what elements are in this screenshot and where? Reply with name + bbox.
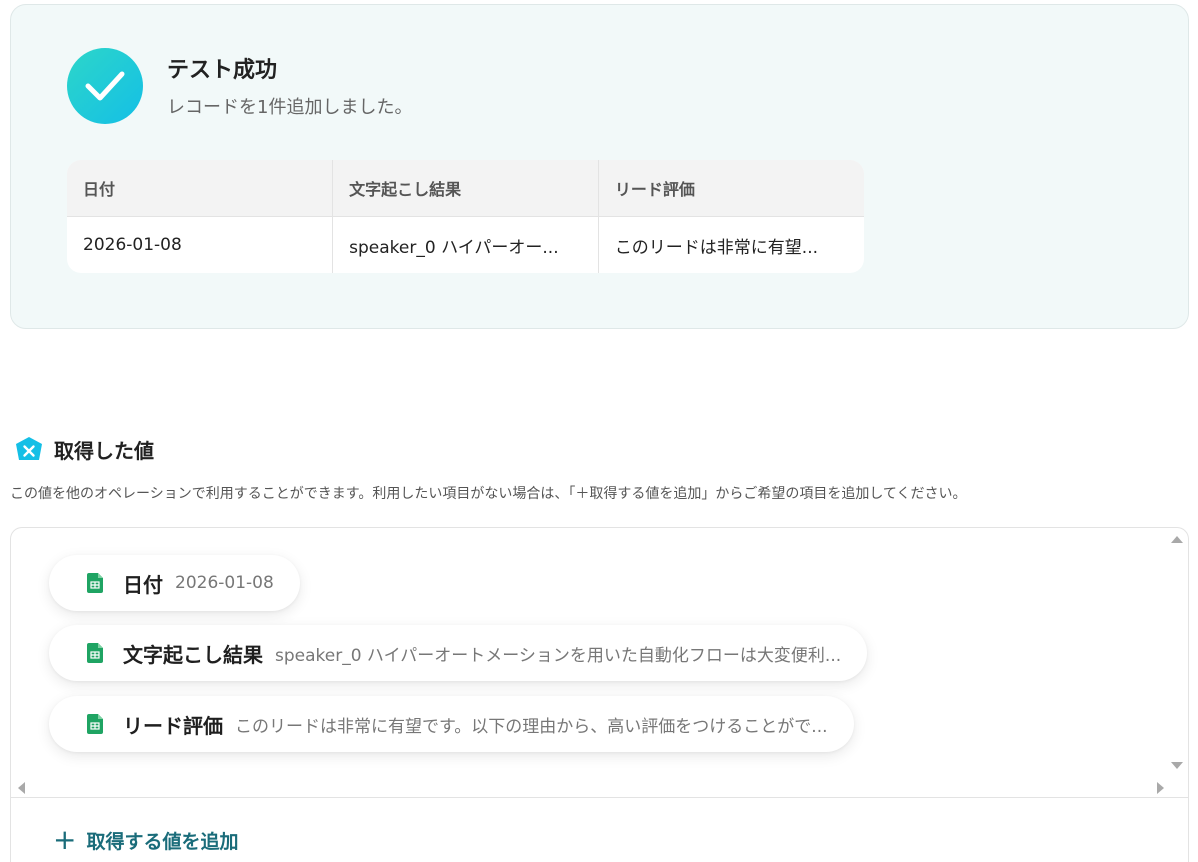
spreadsheet-icon (87, 573, 103, 593)
scroll-up-arrow-icon[interactable] (1171, 536, 1183, 543)
panel-divider (11, 797, 1188, 798)
spreadsheet-icon (87, 643, 103, 663)
scroll-down-arrow-icon[interactable] (1171, 762, 1183, 769)
test-success-card: テスト成功 レコードを1件追加しました。 日付 文字起こし結果 リード評価 20… (10, 4, 1189, 329)
section-title: 取得した値 (54, 439, 154, 463)
column-header-transcription: 文字起こし結果 (332, 160, 599, 217)
value-text: このリードは非常に有望です。以下の理由から、高い評価をつけることがで... (235, 716, 828, 737)
value-text: 2026-01-08 (175, 573, 274, 593)
table-cell-lead-rating: このリードは非常に有望... (614, 237, 819, 258)
value-label: リード評価 (123, 713, 223, 738)
add-value-button-label: 取得する値を追加 (86, 830, 239, 853)
value-chip-lead-rating[interactable]: リード評価 このリードは非常に有望です。以下の理由から、高い評価をつけることがで… (49, 696, 854, 752)
retrieved-values-panel[interactable]: 日付 2026-01-08 文字起こし結果 speaker_0 ハイパーオートメ… (10, 527, 1189, 862)
table-cell-transcription: speaker_0 ハイパーオー... (332, 216, 599, 273)
scroll-left-arrow-icon[interactable] (18, 782, 25, 794)
retrieved-values-icon (14, 436, 44, 462)
result-table: 日付 文字起こし結果 リード評価 2026-01-08 speaker_0 ハイ… (67, 160, 864, 273)
value-text: speaker_0 ハイパーオートメーションを用いた自動化フローは大変便利... (275, 645, 842, 666)
add-value-button[interactable]: + 取得する値を追加 (53, 826, 238, 854)
table-header-row: 日付 文字起こし結果 リード評価 (67, 160, 864, 217)
value-label: 日付 (123, 572, 163, 597)
value-label: 文字起こし結果 (123, 642, 263, 667)
column-header-date: 日付 (67, 160, 334, 217)
scroll-right-arrow-icon[interactable] (1157, 782, 1164, 794)
success-check-icon (67, 48, 143, 124)
column-header-lead-rating: リード評価 (598, 160, 864, 217)
value-chip-date[interactable]: 日付 2026-01-08 (49, 555, 300, 611)
plus-icon: + (53, 823, 77, 856)
table-row: 2026-01-08 speaker_0 ハイパーオー... このリードは非常に… (67, 216, 864, 273)
table-cell-date: 2026-01-08 (67, 216, 334, 273)
success-title: テスト成功 (167, 58, 278, 83)
success-subtitle: レコードを1件追加しました。 (167, 97, 413, 118)
section-description: この値を他のオペレーションで利用することができます。利用したい項目がない場合は、… (10, 486, 967, 502)
spreadsheet-icon (87, 714, 103, 734)
value-chip-transcription[interactable]: 文字起こし結果 speaker_0 ハイパーオートメーションを用いた自動化フロー… (49, 625, 868, 681)
